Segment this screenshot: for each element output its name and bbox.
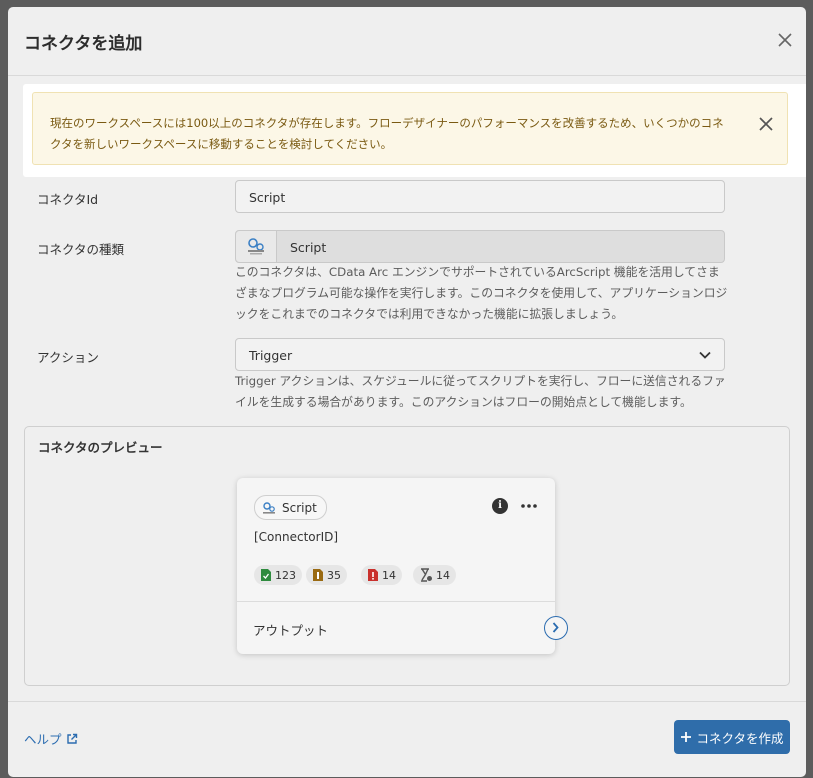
- connector-type-icon-box: [236, 231, 277, 262]
- footer-divider: [8, 701, 806, 702]
- hourglass-icon: [421, 568, 432, 582]
- output-connector-button[interactable]: [544, 616, 568, 640]
- script-connector-icon: [248, 238, 264, 255]
- connector-id-label: コネクタId: [37, 192, 99, 207]
- file-error-icon: [368, 569, 378, 581]
- stat-success[interactable]: 123: [254, 565, 302, 585]
- connector-name: [ConnectorID]: [254, 530, 339, 544]
- connector-id-input[interactable]: Script: [235, 180, 725, 213]
- chevron-right-icon: [552, 622, 559, 633]
- stat-pending-count: 14: [436, 568, 450, 582]
- file-success-icon: [261, 569, 271, 581]
- action-selected-value: Trigger: [249, 348, 293, 363]
- dismiss-warning-button[interactable]: [755, 113, 777, 135]
- ellipsis-icon: [521, 504, 537, 508]
- action-select[interactable]: Trigger: [235, 338, 725, 371]
- action-label: アクション: [37, 350, 99, 365]
- connector-card[interactable]: Script i [ConnectorID] 123 35 14 14 アウトプ…: [237, 478, 568, 654]
- warning-banner-highlight: 現在のワークスペースには100以上のコネクタが存在します。フローデザイナーのパフ…: [23, 84, 806, 177]
- info-icon[interactable]: i: [492, 498, 508, 514]
- stat-queued[interactable]: 35: [306, 565, 347, 585]
- connector-type-value: Script: [290, 240, 327, 255]
- plus-icon: [681, 732, 692, 742]
- connector-type-chip: Script: [254, 495, 327, 520]
- external-link-icon: [66, 733, 77, 744]
- script-connector-icon: [263, 501, 275, 514]
- warning-message: 現在のワークスペースには100以上のコネクタが存在します。フローデザイナーのパフ…: [50, 116, 724, 151]
- connector-type-chip-label: Script: [282, 500, 317, 515]
- add-connector-modal: コネクタを追加 現在のワークスペースには100以上のコネクタが存在します。フロー…: [8, 7, 806, 777]
- close-modal-button[interactable]: [770, 25, 800, 55]
- create-connector-label: コネクタを作成: [696, 730, 784, 746]
- modal-title: コネクタを追加: [24, 34, 143, 54]
- modal-header: コネクタを追加: [8, 7, 806, 76]
- action-description: Trigger アクションは、スケジュールに従ってスクリプトを実行し、フローに送…: [235, 374, 726, 409]
- create-connector-button[interactable]: コネクタを作成: [674, 720, 790, 754]
- connector-type-field: Script: [235, 230, 725, 263]
- file-queued-icon: [313, 569, 323, 581]
- card-divider: [237, 601, 555, 602]
- stat-pending[interactable]: 14: [413, 565, 456, 585]
- stat-error-count: 14: [382, 568, 396, 582]
- stat-error[interactable]: 14: [361, 565, 402, 585]
- connector-preview-panel: コネクタのプレビュー Script i [ConnectorID] 123 35…: [24, 426, 790, 686]
- stat-success-count: 123: [275, 568, 296, 582]
- close-icon: [778, 33, 792, 47]
- connector-type-label: コネクタの種類: [37, 242, 125, 257]
- help-link[interactable]: ヘルプ: [24, 729, 78, 748]
- warning-banner: 現在のワークスペースには100以上のコネクタが存在します。フローデザイナーのパフ…: [32, 92, 788, 165]
- help-link-label: ヘルプ: [24, 732, 62, 747]
- chevron-down-icon: [699, 351, 711, 359]
- stat-queued-count: 35: [327, 568, 341, 582]
- connector-id-value: Script: [249, 190, 286, 205]
- close-icon: [759, 117, 773, 131]
- output-label: アウトプット: [253, 623, 329, 638]
- more-options-button[interactable]: [519, 498, 539, 514]
- preview-title: コネクタのプレビュー: [38, 440, 163, 455]
- connector-type-description: このコネクタは、CData Arc エンジンでサポートされているArcScrip…: [235, 265, 728, 321]
